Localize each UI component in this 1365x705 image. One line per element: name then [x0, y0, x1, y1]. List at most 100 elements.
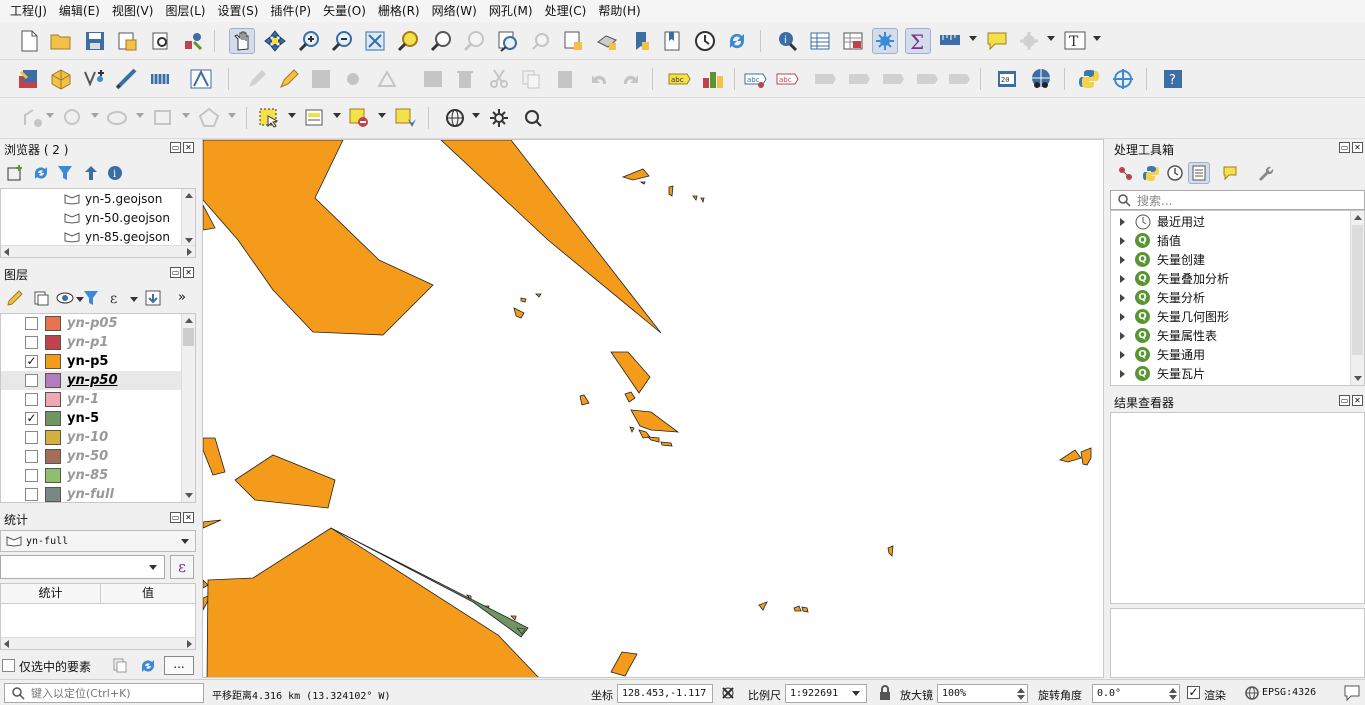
map-polygon[interactable]	[630, 409, 680, 433]
identify-features-icon[interactable]: i	[774, 28, 800, 54]
map-polygon[interactable]	[629, 426, 635, 433]
toolbox-group[interactable]: Q 矢量创建	[1111, 250, 1351, 269]
layer-checkbox[interactable]	[25, 393, 38, 406]
zoom-native-icon[interactable]	[461, 28, 487, 54]
zoom-full-icon[interactable]	[362, 28, 388, 54]
only-selected-checkbox[interactable]	[2, 659, 15, 672]
new-3d-view-icon[interactable]	[594, 28, 620, 54]
toggle-editing-icon[interactable]	[276, 66, 302, 92]
map-polygon[interactable]	[203, 519, 222, 529]
layer-row[interactable]: yn-p1	[1, 333, 181, 352]
toolbox-group[interactable]: Q 矢量属性表	[1111, 326, 1351, 345]
pin-labels-icon[interactable]: abc	[742, 66, 768, 92]
toolbox-group[interactable]: Q 矢量叠加分析	[1111, 269, 1351, 288]
map-polygon[interactable]	[579, 394, 590, 406]
toolbox-group-recent[interactable]: 最近用过	[1111, 212, 1351, 231]
save-project-icon[interactable]	[82, 28, 108, 54]
float-panel-icon[interactable]: ▭	[1339, 395, 1350, 406]
delete-selected-icon[interactable]	[452, 66, 478, 92]
menu-plugins[interactable]: 插件(P)	[264, 0, 317, 22]
coordinate-field[interactable]: 128.453,-1.117	[617, 684, 713, 703]
data-source-manager-icon[interactable]	[16, 66, 42, 92]
digitize-circle-icon[interactable]	[60, 105, 86, 131]
crs-globe-icon[interactable]	[1244, 685, 1260, 704]
magnifier-field[interactable]: 100%	[937, 684, 1028, 703]
collapse-all-icon[interactable]	[80, 162, 102, 184]
annotation-settings-icon[interactable]	[1016, 28, 1042, 54]
settings-gear-icon[interactable]	[486, 105, 512, 131]
menu-help[interactable]: 帮助(H)	[592, 0, 646, 22]
map-polygon[interactable]	[610, 651, 638, 677]
locator-search-input[interactable]: 键入以定位(Ctrl+K)	[4, 683, 204, 703]
map-polygon[interactable]	[513, 307, 525, 319]
redo-icon[interactable]	[618, 66, 644, 92]
add-selected-layers-icon[interactable]	[4, 162, 26, 184]
globe-plugin-icon[interactable]	[1028, 66, 1054, 92]
layer-checkbox[interactable]	[25, 469, 38, 482]
diagram-icon[interactable]	[700, 66, 726, 92]
edit-features-in-place-icon[interactable]	[1220, 162, 1242, 184]
zoom-to-layer-icon[interactable]	[428, 28, 454, 54]
highlight-labels-icon[interactable]: abc	[774, 66, 800, 92]
layer-row-selected[interactable]: yn-p50	[1, 371, 181, 390]
statistics-horizontal-scrollbar[interactable]	[1, 637, 195, 649]
pan-map-icon[interactable]	[229, 28, 255, 54]
menu-vector[interactable]: 矢量(O)	[317, 0, 372, 22]
filter-browser-icon[interactable]	[54, 162, 76, 184]
properties-info-icon[interactable]: i	[104, 162, 126, 184]
layer-row[interactable]: ✓ yn-5	[1, 409, 181, 428]
browser-item[interactable]: yn-5.geojson	[63, 192, 162, 206]
toolbox-group[interactable]: Q 矢量瓦片	[1111, 364, 1351, 383]
map-polygon[interactable]	[646, 436, 660, 443]
copy-features-icon[interactable]	[518, 66, 544, 92]
spin-up-icon[interactable]	[1017, 688, 1025, 693]
browser-item[interactable]: yn-50.geojson	[63, 211, 170, 225]
new-geopackage-icon[interactable]	[48, 66, 74, 92]
layer-checkbox[interactable]	[25, 488, 38, 501]
render-checkbox[interactable]: ✓	[1187, 686, 1200, 699]
float-panel-icon[interactable]: ▭	[170, 142, 181, 153]
menu-view[interactable]: 视图(V)	[106, 0, 160, 22]
save-edits-icon[interactable]	[308, 66, 334, 92]
float-panel-icon[interactable]: ▭	[170, 267, 181, 278]
new-project-icon[interactable]	[16, 28, 42, 54]
spin-down-icon[interactable]	[1017, 695, 1025, 700]
history-icon[interactable]	[1164, 162, 1186, 184]
locator-network-icon[interactable]	[1110, 66, 1136, 92]
rotation-field[interactable]: 0.0°	[1092, 684, 1180, 703]
layer-row[interactable]: yn-p05	[1, 314, 181, 333]
toolbox-search-input[interactable]: 搜索...	[1110, 190, 1365, 210]
digitize-ellipse-icon[interactable]	[104, 105, 130, 131]
browser-horizontal-scrollbar[interactable]	[1, 245, 195, 257]
map-polygon[interactable]	[1059, 449, 1082, 463]
new-shapefile-icon[interactable]	[82, 66, 108, 92]
map-polygon[interactable]	[793, 605, 802, 612]
zoom-next-icon[interactable]	[528, 28, 554, 54]
edit-pencil-disabled-icon[interactable]	[244, 66, 270, 92]
digitize-shape-icon[interactable]	[20, 105, 46, 131]
refresh-browser-icon[interactable]	[30, 162, 52, 184]
map-polygon[interactable]	[692, 195, 698, 201]
more-tools-icon[interactable]: »	[178, 290, 186, 305]
zoom-to-selection-icon[interactable]	[395, 28, 421, 54]
digitize-polygon-icon[interactable]	[196, 105, 222, 131]
label-toolbar-icon[interactable]: abc	[666, 66, 692, 92]
layer-checkbox[interactable]	[25, 450, 38, 463]
expression-button[interactable]: ε	[170, 555, 194, 579]
toggle-extents-icon[interactable]	[720, 685, 736, 704]
attribute-table-icon[interactable]	[807, 28, 833, 54]
map-polygon[interactable]	[535, 293, 542, 298]
print-layout-icon[interactable]	[148, 28, 174, 54]
float-panel-icon[interactable]: ▭	[170, 512, 181, 523]
layer-row[interactable]: ✓ yn-p5	[1, 352, 181, 371]
add-group-icon[interactable]	[30, 287, 52, 309]
menu-processing[interactable]: 处理(C)	[539, 0, 593, 22]
map-features[interactable]	[203, 140, 1104, 678]
map-tips-icon[interactable]	[984, 28, 1010, 54]
toolbox-vertical-scrollbar[interactable]	[1350, 211, 1364, 385]
map-polygon[interactable]	[639, 181, 646, 185]
map-polygon[interactable]	[203, 140, 434, 336]
paste-features-icon[interactable]	[552, 66, 578, 92]
modify-attributes-icon[interactable]	[420, 66, 446, 92]
python-icon[interactable]	[1076, 66, 1102, 92]
